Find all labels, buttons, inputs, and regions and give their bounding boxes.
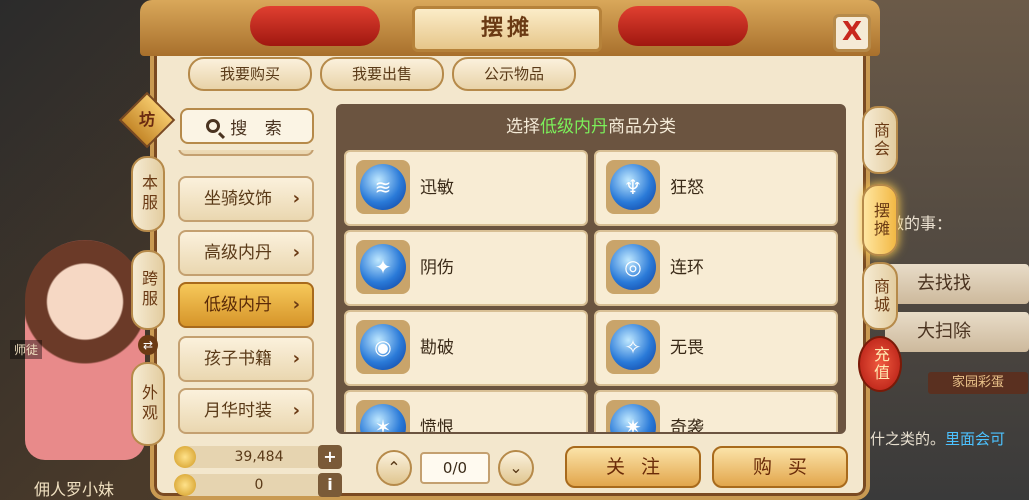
chevron-right-icon: › xyxy=(292,242,300,263)
mentor-label[interactable]: 师徒 xyxy=(10,340,43,359)
buy-button[interactable]: 购买 xyxy=(712,446,848,488)
item-card[interactable]: ✦ 阴伤 xyxy=(344,230,588,306)
item-name: 狂怒 xyxy=(670,178,704,198)
gold-amount: 0 xyxy=(254,477,264,493)
npc-name: 佣人罗小妹 xyxy=(34,480,115,499)
fearless-icon: ✧ xyxy=(610,324,656,370)
ball-swift-icon: ≋ xyxy=(360,164,406,210)
task-clean-button[interactable]: 大扫除 xyxy=(885,312,1029,352)
item-name: 连环 xyxy=(670,258,704,278)
search-button[interactable]: 搜 索 xyxy=(180,108,314,144)
tab-appearance[interactable]: 外观 xyxy=(131,362,165,446)
tab-guild-shop[interactable]: 商会 xyxy=(862,106,898,174)
category-item[interactable]: 高级内丹 › xyxy=(178,230,314,276)
category-item-partial[interactable] xyxy=(178,150,314,156)
grid-header: 选择低级内丹商品分类 xyxy=(506,117,676,137)
panel-title: 摆摊 xyxy=(412,6,602,52)
item-name: 无畏 xyxy=(670,338,704,358)
silver-currency: 39,484 + xyxy=(174,445,342,469)
item-name: 迅敏 xyxy=(420,178,454,198)
tab-mall[interactable]: 商城 xyxy=(862,262,898,330)
hatred-icon: ✶ xyxy=(360,404,406,432)
search-label: 搜 索 xyxy=(230,118,288,139)
tab-sell[interactable]: 我要出售 xyxy=(320,57,444,91)
page-down-button[interactable]: ⌄ xyxy=(498,450,534,486)
category-list[interactable]: 坐骑纹饰 › 高级内丹 › 低级内丹 › 孩子书籍 › 月华时装 › xyxy=(176,150,320,436)
right-ribbon xyxy=(618,6,748,46)
eye-icon: ◉ xyxy=(360,324,406,370)
chat-hint: 什之类的。里面会可 xyxy=(870,428,1005,449)
item-card[interactable]: ✶ 愤恨 xyxy=(344,390,588,434)
category-label: 高级内丹 xyxy=(204,243,272,263)
category-label: 低级内丹 xyxy=(204,295,272,315)
item-name: 阴伤 xyxy=(420,258,454,278)
left-ribbon xyxy=(250,6,380,46)
gold-currency: 0 i xyxy=(174,473,342,497)
page-indicator: 0/0 xyxy=(420,452,490,484)
category-item[interactable]: 月华时装 › xyxy=(178,388,314,434)
silver-amount: 39,484 xyxy=(234,449,284,465)
item-name: 愤恨 xyxy=(420,418,454,434)
chevron-right-icon: › xyxy=(292,400,300,421)
category-label: 月华时装 xyxy=(204,401,272,421)
follow-button[interactable]: 关注 xyxy=(565,446,701,488)
coin-icon xyxy=(174,446,196,468)
tab-local-server[interactable]: 本服 xyxy=(131,156,165,232)
rage-icon: ♆ xyxy=(610,164,656,210)
item-card[interactable]: ✷ 奇袭 xyxy=(594,390,838,434)
coin-icon xyxy=(174,474,196,496)
category-label: 孩子书籍 xyxy=(204,349,272,369)
category-item[interactable]: 孩子书籍 › xyxy=(178,336,314,382)
close-button[interactable]: X xyxy=(833,14,871,52)
category-label: 坐骑纹饰 xyxy=(204,189,272,209)
item-card[interactable]: ◎ 连环 xyxy=(594,230,838,306)
chain-icon: ◎ xyxy=(610,244,656,290)
item-card[interactable]: ◉ 勘破 xyxy=(344,310,588,386)
info-button[interactable]: i xyxy=(318,473,342,497)
shadow-wound-icon: ✦ xyxy=(360,244,406,290)
swap-icon[interactable]: ⇄ xyxy=(138,335,158,355)
page-up-button[interactable]: ⌃ xyxy=(376,450,412,486)
chevron-right-icon: › xyxy=(292,348,300,369)
category-item-active[interactable]: 低级内丹 › xyxy=(178,282,314,328)
tab-recharge[interactable]: 充值 xyxy=(858,336,902,392)
home-easter-egg-label[interactable]: 家园彩蛋 xyxy=(928,372,1028,394)
npc-portrait xyxy=(25,240,145,460)
item-card[interactable]: ♆ 狂怒 xyxy=(594,150,838,226)
search-icon xyxy=(206,119,221,133)
tab-public[interactable]: 公示物品 xyxy=(452,57,576,91)
tab-stall[interactable]: 摆摊 xyxy=(862,184,898,256)
chevron-right-icon: › xyxy=(292,188,300,209)
item-card[interactable]: ✧ 无畏 xyxy=(594,310,838,386)
ambush-icon: ✷ xyxy=(610,404,656,432)
category-item[interactable]: 坐骑纹饰 › xyxy=(178,176,314,222)
item-category-grid: 选择低级内丹商品分类 ≋ 迅敏 ♆ 狂怒 ✦ 阴伤 ◎ 连环 ◉ 勘破 ✧ 无畏 ✶ 愤恨 ✷… xyxy=(336,104,846,434)
tab-cross-server[interactable]: 跨服 xyxy=(131,250,165,330)
chat-hint-link: 里面会可 xyxy=(945,430,1006,448)
add-currency-button[interactable]: + xyxy=(318,445,342,469)
tab-buy[interactable]: 我要购买 xyxy=(188,57,312,91)
item-card[interactable]: ≋ 迅敏 xyxy=(344,150,588,226)
grid-header-highlight: 低级内丹 xyxy=(540,117,608,137)
chevron-right-icon: › xyxy=(292,294,300,315)
chat-hint-text: 什之类的。 xyxy=(870,430,946,448)
task-find-button[interactable]: 去找找 xyxy=(885,264,1029,304)
item-name: 奇袭 xyxy=(670,418,704,434)
item-name: 勘破 xyxy=(420,338,454,358)
market-badge-label: 坊 xyxy=(138,110,155,129)
